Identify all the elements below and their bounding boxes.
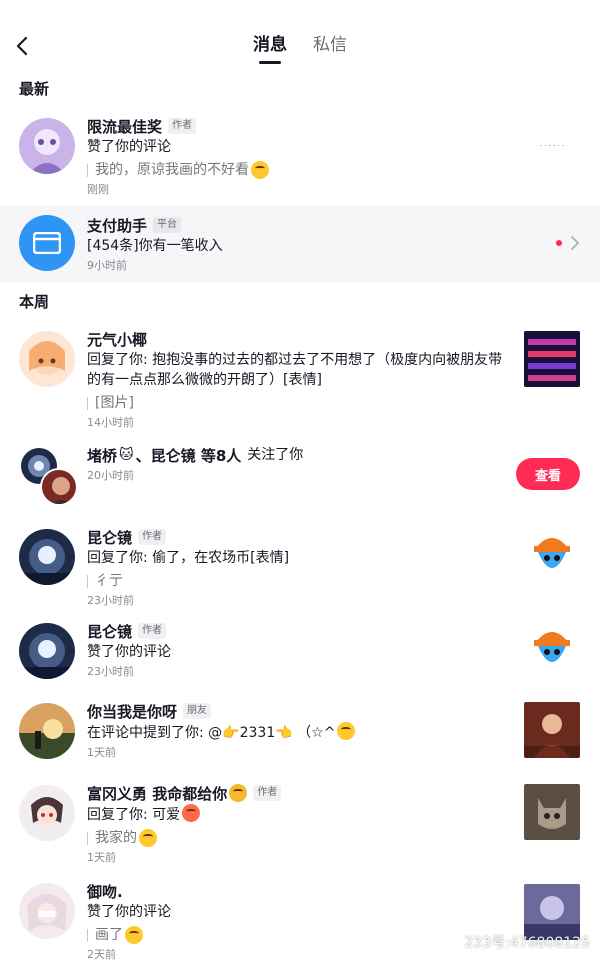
message-text: 赞了你的评论 (87, 139, 171, 155)
message-text: 回复了你: 偷了，在农场币[表情] (87, 550, 290, 566)
message-text: 回复了你: 可爱 (87, 804, 500, 825)
author-tag: 作者 (253, 785, 282, 801)
unread-dot-icon (556, 240, 562, 246)
post-thumbnail[interactable] (524, 784, 580, 840)
tab-messages[interactable]: 消息 (253, 32, 287, 58)
message-text: [454条]你有一笔收入 (87, 238, 223, 254)
avatar[interactable] (40, 468, 78, 506)
list-item[interactable]: 元气小椰 回复了你: 抱抱没事的过去的都过去了不用想了（极度内向被朋友带 的有一… (0, 328, 600, 429)
platform-tag: 平台 (153, 217, 182, 233)
avatar[interactable] (19, 785, 75, 841)
top-bar: 消息 私信 (0, 0, 600, 72)
tab-direct-messages[interactable]: 私信 (313, 32, 347, 58)
sticker-thumbnail[interactable] (524, 526, 580, 582)
emoji-icon (125, 926, 143, 944)
timestamp: 9小时前 (87, 259, 127, 272)
emoji-icon (251, 161, 269, 179)
post-thumbnail[interactable]: · · · · · · (524, 118, 580, 174)
sender-name[interactable]: 你当我是你呀 (87, 701, 177, 722)
avatar[interactable] (19, 118, 75, 174)
section-latest: 最新 (19, 80, 50, 98)
section-this-week: 本周 (19, 293, 50, 311)
timestamp: 2天前 (87, 948, 116, 960)
list-item[interactable]: 限流最佳奖 作者 赞了你的评论 我的，原谅我画的不好看 刚刚 · · · · ·… (0, 115, 600, 200)
avatar[interactable] (19, 529, 75, 585)
list-item-payment-assistant[interactable]: 支付助手 平台 [454条]你有一笔收入 9小时前 (0, 206, 600, 282)
post-thumbnail[interactable] (524, 702, 580, 758)
tab-bar: 消息 私信 (0, 32, 600, 58)
sender-name[interactable]: 御吻. (87, 881, 123, 902)
quoted-comment: 我家的 (87, 828, 500, 848)
watermark: 233号:476808125 (464, 935, 590, 951)
list-item[interactable]: 你当我是你呀 朋友 在评论中提到了你: @👉2331👈 （☆^ 1天前 (0, 700, 600, 764)
cat-emoji-icon: 🐱 (119, 447, 134, 463)
sender-name[interactable]: 限流最佳奖 (87, 116, 162, 137)
timestamp: 23小时前 (87, 594, 134, 607)
avatar[interactable] (19, 623, 75, 679)
author-tag: 作者 (168, 118, 197, 134)
message-text-line1: 回复了你: 抱抱没事的过去的都过去了不用想了（极度内向被朋友带 (87, 352, 503, 368)
timestamp: 14小时前 (87, 416, 134, 429)
list-item[interactable]: 昆仑镜 作者 赞了你的评论 23小时前 (0, 620, 600, 684)
sender-name[interactable]: 元气小椰 (87, 329, 147, 350)
timestamp: 1天前 (87, 851, 116, 864)
timestamp: 23小时前 (87, 665, 134, 678)
quoted-comment: 彳亍 (87, 571, 500, 591)
quoted-comment: [图片] (87, 393, 510, 413)
quoted-comment: 画了 (87, 925, 500, 945)
chevron-right-icon[interactable] (570, 235, 580, 255)
message-text: 赞了你的评论 (87, 904, 171, 920)
timestamp: 1天前 (87, 746, 116, 759)
pointing-hand-icon: 👉 (222, 725, 240, 741)
timestamp: 刚刚 (87, 183, 109, 196)
emoji-icon (337, 722, 356, 740)
avatar[interactable] (19, 703, 75, 759)
sender-name[interactable]: 富冈义勇 我命都给你 (87, 783, 227, 804)
sticker-thumbnail[interactable] (524, 620, 580, 676)
view-button[interactable]: 查看 (516, 458, 580, 490)
sender-name[interactable]: 堵桥 (87, 445, 117, 466)
message-text: 赞了你的评论 (87, 644, 171, 660)
post-thumbnail[interactable] (524, 331, 580, 387)
avatar[interactable] (19, 883, 75, 939)
message-text-line2: 的有一点点那么微微的开朗了）[表情] (87, 372, 322, 388)
pointing-hand-icon: 👈 (275, 725, 293, 741)
pleading-face-icon (229, 784, 248, 802)
sender-name-rest[interactable]: 、昆仑镜 等8人 (136, 445, 242, 466)
sender-name[interactable]: 支付助手 (87, 215, 147, 236)
message-text: 关注了你 (247, 447, 304, 463)
message-text: 在评论中提到了你: @👉2331👈 （☆^ (87, 722, 500, 743)
list-item[interactable]: 昆仑镜 作者 回复了你: 偷了，在农场币[表情] 彳亍 23小时前 (0, 526, 600, 607)
sender-name[interactable]: 昆仑镜 (87, 621, 132, 642)
heart-eyes-icon (182, 804, 201, 822)
list-item[interactable]: 富冈义勇 我命都给你 作者 回复了你: 可爱 我家的 1天前 (0, 782, 600, 864)
list-item-followers[interactable]: 堵桥 🐱 、昆仑镜 等8人 关注了你 20小时前 查看 (0, 444, 600, 508)
author-tag: 作者 (138, 529, 167, 545)
wallet-icon[interactable] (19, 215, 75, 271)
timestamp: 20小时前 (87, 469, 134, 482)
avatar[interactable] (19, 331, 75, 387)
sender-name[interactable]: 昆仑镜 (87, 527, 132, 548)
quoted-comment: 我的，原谅我画的不好看 (87, 160, 500, 180)
friend-tag: 朋友 (183, 703, 212, 719)
author-tag: 作者 (138, 623, 167, 639)
emoji-icon (139, 829, 157, 847)
